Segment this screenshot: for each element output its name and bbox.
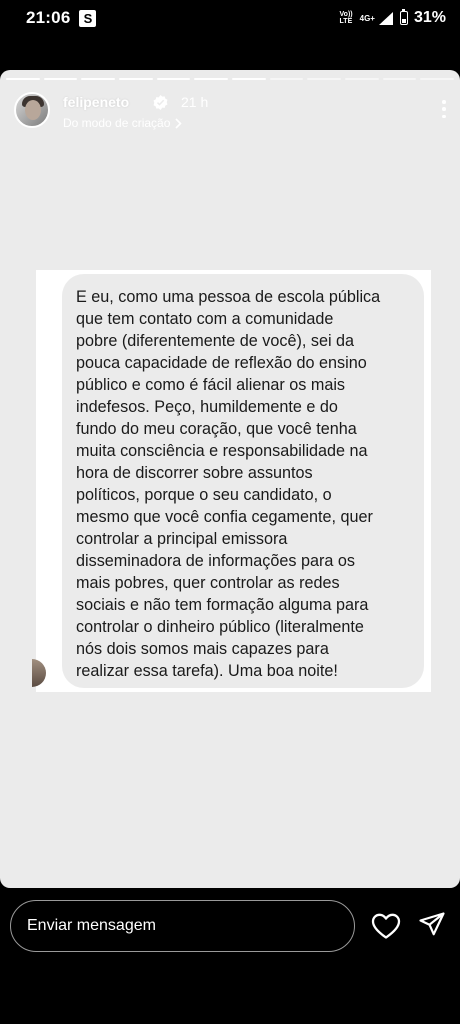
volte-top-label: Vo)) <box>339 11 353 18</box>
progress-segment <box>232 78 266 80</box>
network-type-label: 4G+ <box>359 13 375 23</box>
story-header: felipeneto 21 h Do modo de criação <box>14 92 446 132</box>
verified-badge-icon <box>153 95 168 110</box>
message-text: E eu, como uma pessoa de escola pública … <box>76 288 381 680</box>
more-dot <box>442 114 446 118</box>
send-icon[interactable] <box>418 911 446 939</box>
message-input[interactable]: Enviar mensagem <box>10 900 355 952</box>
create-mode-label: Do modo de criação <box>63 116 171 130</box>
status-bar: 21:06 S Vo)) LTE 4G+ 31% <box>0 0 460 36</box>
story-progress <box>6 78 455 80</box>
more-vertical-icon[interactable] <box>442 100 446 118</box>
volte-icon: Vo)) LTE <box>340 11 353 25</box>
message-bubble: E eu, como uma pessoa de escola pública … <box>62 274 424 688</box>
progress-segment <box>156 78 191 80</box>
reply-bar: Enviar mensagem <box>0 888 460 1024</box>
screenshot-sticker: E eu, como uma pessoa de escola pública … <box>32 270 431 692</box>
status-indicators: Vo)) LTE 4G+ 31% <box>340 9 446 27</box>
more-dot <box>442 100 446 104</box>
progress-segment <box>382 78 417 80</box>
progress-segment <box>194 78 229 80</box>
story-timestamp: 21 h <box>181 94 209 110</box>
status-time: 21:06 <box>26 8 71 27</box>
message-input-placeholder: Enviar mensagem <box>27 917 156 934</box>
progress-segment <box>43 78 78 80</box>
progress-segment <box>420 78 455 80</box>
app-notification-icon: S <box>79 9 97 27</box>
battery-percent: 31% <box>413 9 446 26</box>
battery-icon <box>399 9 408 25</box>
sender-avatar <box>32 659 46 687</box>
progress-segment <box>269 78 304 80</box>
avatar-face <box>25 100 41 120</box>
story-viewer[interactable]: felipeneto 21 h Do modo de criação E eu,… <box>0 70 460 888</box>
more-dot <box>442 107 446 111</box>
create-mode-link[interactable]: Do modo de criação <box>63 116 183 130</box>
progress-segment <box>6 78 40 80</box>
heart-icon[interactable] <box>371 913 401 939</box>
volte-bottom-label: LTE <box>339 18 353 25</box>
progress-segment <box>81 78 116 80</box>
battery-level <box>401 19 406 23</box>
signal-icon <box>378 11 393 25</box>
username[interactable]: felipeneto <box>63 94 129 110</box>
chevron-right-icon <box>175 117 183 129</box>
progress-segment <box>119 78 153 80</box>
progress-segment <box>307 78 342 80</box>
avatar[interactable] <box>14 92 50 128</box>
progress-segment <box>345 78 379 80</box>
